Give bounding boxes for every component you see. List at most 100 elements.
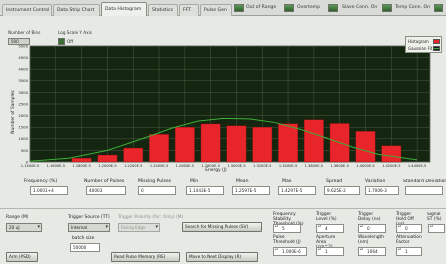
std-dev-readout — [405, 186, 443, 195]
x-tick-label: 1.4000E-5 — [356, 164, 374, 168]
x-tick-label: 1.3000E-5 — [227, 164, 245, 168]
slave-conn-led-icon — [382, 4, 392, 12]
signal-input[interactable] — [428, 224, 445, 233]
tab-instrument-control[interactable]: Instrument Control — [2, 4, 52, 16]
tab-pulse-gen[interactable]: Pulse Gen — [200, 4, 232, 16]
max-label: Max — [282, 179, 292, 184]
max-readout: 1.4297E-5 — [278, 186, 316, 195]
spread-label: Spread — [326, 179, 343, 184]
out-of-range-led-icon — [284, 4, 294, 12]
histogram-bar — [303, 119, 324, 163]
slave-conn-label: Slave Conn. On — [342, 5, 378, 10]
min-label: Min — [190, 179, 199, 184]
histogram-bar — [355, 131, 376, 163]
y-tick-label: 2500 — [18, 101, 28, 106]
temp-conn-led-icon — [434, 4, 443, 12]
trigger-polarity-label: Trigger Polarity (for: Only) (M) — [118, 215, 184, 220]
x-tick-label: 1.1800E-5 — [72, 164, 90, 168]
histogram-bar — [226, 125, 247, 163]
range-select[interactable]: 20 uJ — [6, 223, 42, 232]
attenuation-label: Attenuation Factor — [396, 235, 422, 245]
x-tick-label: 1.2800E-5 — [201, 164, 219, 168]
y-axis-label: Number of Samples — [10, 90, 16, 134]
variation-label: Variation — [365, 179, 386, 184]
legend-histogram-label: Histogram — [408, 39, 429, 44]
wavelength-label: Wavelength (nm) — [358, 235, 385, 245]
read-pulse-memory-button[interactable]: Read Pulse Memory (RE) — [111, 252, 180, 262]
legend-histogram-swatch — [433, 39, 440, 44]
histogram-bar — [381, 145, 402, 163]
tab-data-strip-chart[interactable]: Data Strip Chart — [53, 4, 100, 16]
y-tick-label: 1500 — [18, 125, 28, 130]
y-tick-label: 4000 — [18, 67, 28, 72]
trigger-source-select[interactable]: Internal — [68, 223, 110, 232]
legend-gaussian-label: Gaussian Fit — [408, 46, 433, 51]
histogram-bar — [278, 123, 298, 163]
missing-pulses-label: Missing Pulses — [138, 179, 172, 184]
trigger-level-label: Trigger Level (%) — [316, 212, 337, 222]
separator — [0, 208, 446, 209]
legend-gaussian-swatch — [433, 46, 440, 51]
y-tick-label: 1000 — [18, 136, 28, 141]
mean-label: Mean — [236, 179, 249, 184]
missing-pulses-readout: 0 — [138, 186, 176, 195]
trigger-source-label: Trigger Source (TT) — [68, 215, 110, 220]
trigger-delay-input[interactable]: 0 — [358, 224, 386, 233]
signal-label: Signal ST (%) — [427, 212, 442, 222]
x-tick-label: 1.1400E-5 — [21, 164, 39, 168]
variation-readout: 1.7006-3 — [365, 186, 399, 195]
batch-size-input[interactable]: 50000 — [70, 243, 100, 252]
aperture-input[interactable]: 1 — [316, 247, 344, 256]
range-label: Range (M) — [6, 215, 29, 220]
pulse-threshold-label: Pulse Threshold (J) — [273, 235, 301, 245]
x-tick-label: 1.1600E-5 — [47, 164, 65, 168]
overtemp-label: Overtemp — [297, 5, 321, 10]
x-tick-label: 1.2000E-5 — [98, 164, 116, 168]
y-tick-label: 4500 — [18, 55, 28, 60]
histogram-bar — [149, 134, 169, 163]
pulse-threshold-input[interactable]: 1.000E-6 — [273, 247, 307, 256]
batch-size-label: batch size — [72, 236, 95, 241]
attenuation-input[interactable]: 1 — [396, 247, 422, 256]
trigger-polarity-select[interactable]: Rising Edge — [118, 223, 160, 232]
trigger-hold-input[interactable]: 0 — [396, 224, 422, 233]
y-tick-label: 5000 — [18, 43, 28, 48]
wavelength-input[interactable]: 1064 — [358, 247, 386, 256]
trigger-level-input[interactable]: 4 — [316, 224, 344, 233]
spread-readout: 9.625E-2 — [324, 186, 360, 195]
overtemp-led-icon — [328, 4, 338, 12]
tab-statistics[interactable]: Statistics — [148, 4, 178, 16]
min-readout: 1.1443E-5 — [186, 186, 224, 195]
histogram-bar — [123, 147, 144, 163]
mean-readout: 1.2597E-5 — [232, 186, 270, 195]
x-tick-label: 1.3400E-5 — [279, 164, 297, 168]
tab-data-histogram[interactable]: Data Histogram — [101, 2, 147, 16]
pulses-readout: 40003 — [86, 186, 126, 195]
arm-button[interactable]: Arm (PSD) — [6, 252, 38, 262]
x-tick-label: 1.3600E-5 — [305, 164, 323, 168]
y-tick-label: 3000 — [18, 90, 28, 95]
histogram-bar — [200, 123, 221, 163]
move-next-display-button[interactable]: Move to Next Display (R) — [186, 252, 258, 262]
y-tick-label: 3500 — [18, 78, 28, 83]
frequency-readout: 1.0001+4 — [30, 186, 68, 195]
histogram-bar — [174, 126, 195, 163]
x-tick-label: 1.2200E-5 — [124, 164, 142, 168]
x-tick-label: 1.3200E-5 — [253, 164, 271, 168]
pulses-label: Number of Pulses — [84, 179, 125, 184]
histogram-bar — [71, 158, 92, 163]
x-tick-label: 1.2600E-5 — [176, 164, 194, 168]
out-of-range-label: Out of Range — [246, 5, 277, 10]
tab-fft[interactable]: FFT — [179, 4, 199, 16]
std-dev-label: Standard Deviation — [403, 179, 446, 184]
x-tick-label: 1.3800E-5 — [330, 164, 348, 168]
pulse-gen-led-icon — [234, 4, 244, 12]
y-tick-label: 2000 — [18, 113, 28, 118]
search-missing-pulses-button[interactable]: Search for Missing Pulses (SV) — [182, 222, 262, 232]
x-tick-label: 1.2400E-5 — [150, 164, 168, 168]
x-tick-label: 1.4200E-5 — [382, 164, 400, 168]
freq-stability-input[interactable]: 5 — [273, 224, 301, 233]
temp-conn-label: Temp Conn. On — [395, 5, 430, 10]
y-tick-label: 500 — [21, 148, 29, 153]
histogram-bar — [252, 126, 273, 163]
